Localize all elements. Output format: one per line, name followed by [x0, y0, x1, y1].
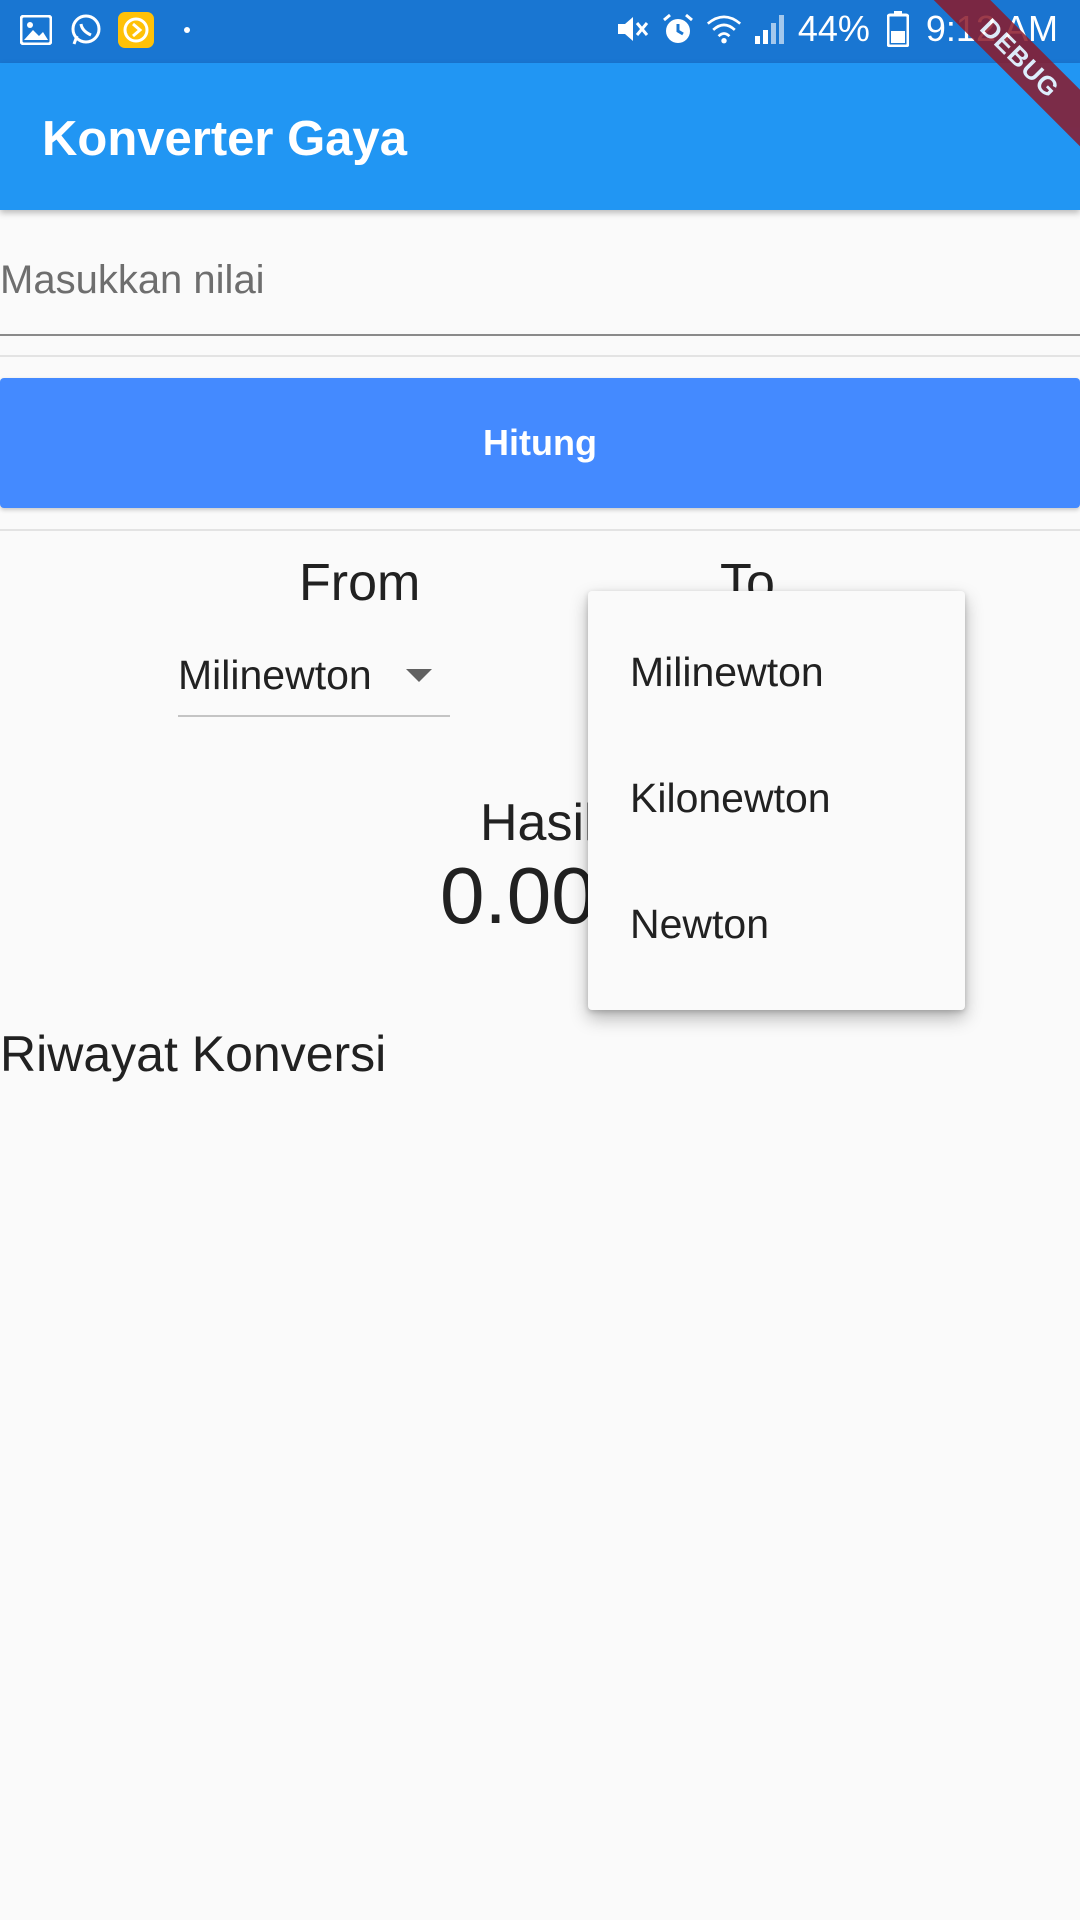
- battery-icon: [880, 11, 916, 47]
- history-title: Riwayat Konversi: [0, 1026, 387, 1082]
- input-underline: [0, 334, 1080, 336]
- status-bar: 44% 9:12 AM: [0, 0, 1080, 63]
- wifi-icon: [706, 11, 742, 47]
- status-bar-notifications: [18, 12, 190, 48]
- result-label: Hasil: [480, 794, 596, 852]
- menu-item-newton[interactable]: Newton: [588, 861, 965, 987]
- battery-percent: 44%: [797, 8, 870, 49]
- menu-item-kilonewton[interactable]: Kilonewton: [588, 735, 965, 861]
- divider-top: [0, 355, 1080, 357]
- app-bar: Konverter Gaya: [0, 63, 1080, 210]
- more-notifications-dot: [184, 27, 190, 33]
- value-input[interactable]: [0, 250, 1080, 310]
- gallery-icon: [18, 12, 54, 48]
- from-label: From: [299, 554, 421, 612]
- from-unit-value: Milinewton: [178, 652, 372, 698]
- alarm-icon: [660, 11, 696, 47]
- mute-icon: [614, 11, 650, 47]
- dropdown-underline: [178, 715, 450, 717]
- signal-icon: [752, 11, 788, 47]
- whatsapp-icon: [68, 12, 104, 48]
- from-unit-dropdown[interactable]: Milinewton: [178, 645, 450, 717]
- app-notification-icon: [118, 12, 154, 48]
- calculate-button[interactable]: Hitung: [0, 378, 1080, 508]
- app-title: Konverter Gaya: [42, 112, 407, 166]
- result-value: 0.00: [440, 851, 596, 940]
- to-unit-dropdown-menu: Milinewton Kilonewton Newton: [588, 591, 965, 1010]
- divider-bottom: [0, 529, 1080, 531]
- dropdown-arrow-icon: [406, 669, 432, 682]
- menu-item-milinewton[interactable]: Milinewton: [588, 609, 965, 735]
- value-input-container: [0, 210, 1080, 336]
